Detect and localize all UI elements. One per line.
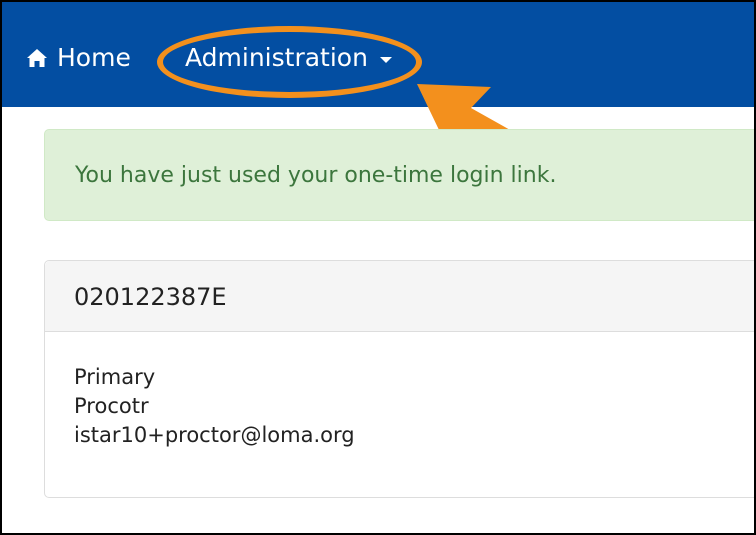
panel-body: Primary Procotr istar10+proctor@loma.org [74, 363, 355, 450]
account-panel: 020122387E Primary Procotr istar10+proct… [44, 260, 754, 498]
page-frame: Home Administration You have just used y… [0, 0, 756, 535]
panel-line-email: istar10+proctor@loma.org [74, 423, 355, 447]
panel-line-name: Procotr [74, 394, 149, 418]
panel-title: 020122387E [74, 283, 227, 311]
success-alert: You have just used your one-time login l… [44, 129, 754, 221]
panel-line-role: Primary [74, 365, 156, 389]
alert-message: You have just used your one-time login l… [75, 163, 557, 188]
panel-heading: 020122387E [45, 261, 754, 332]
